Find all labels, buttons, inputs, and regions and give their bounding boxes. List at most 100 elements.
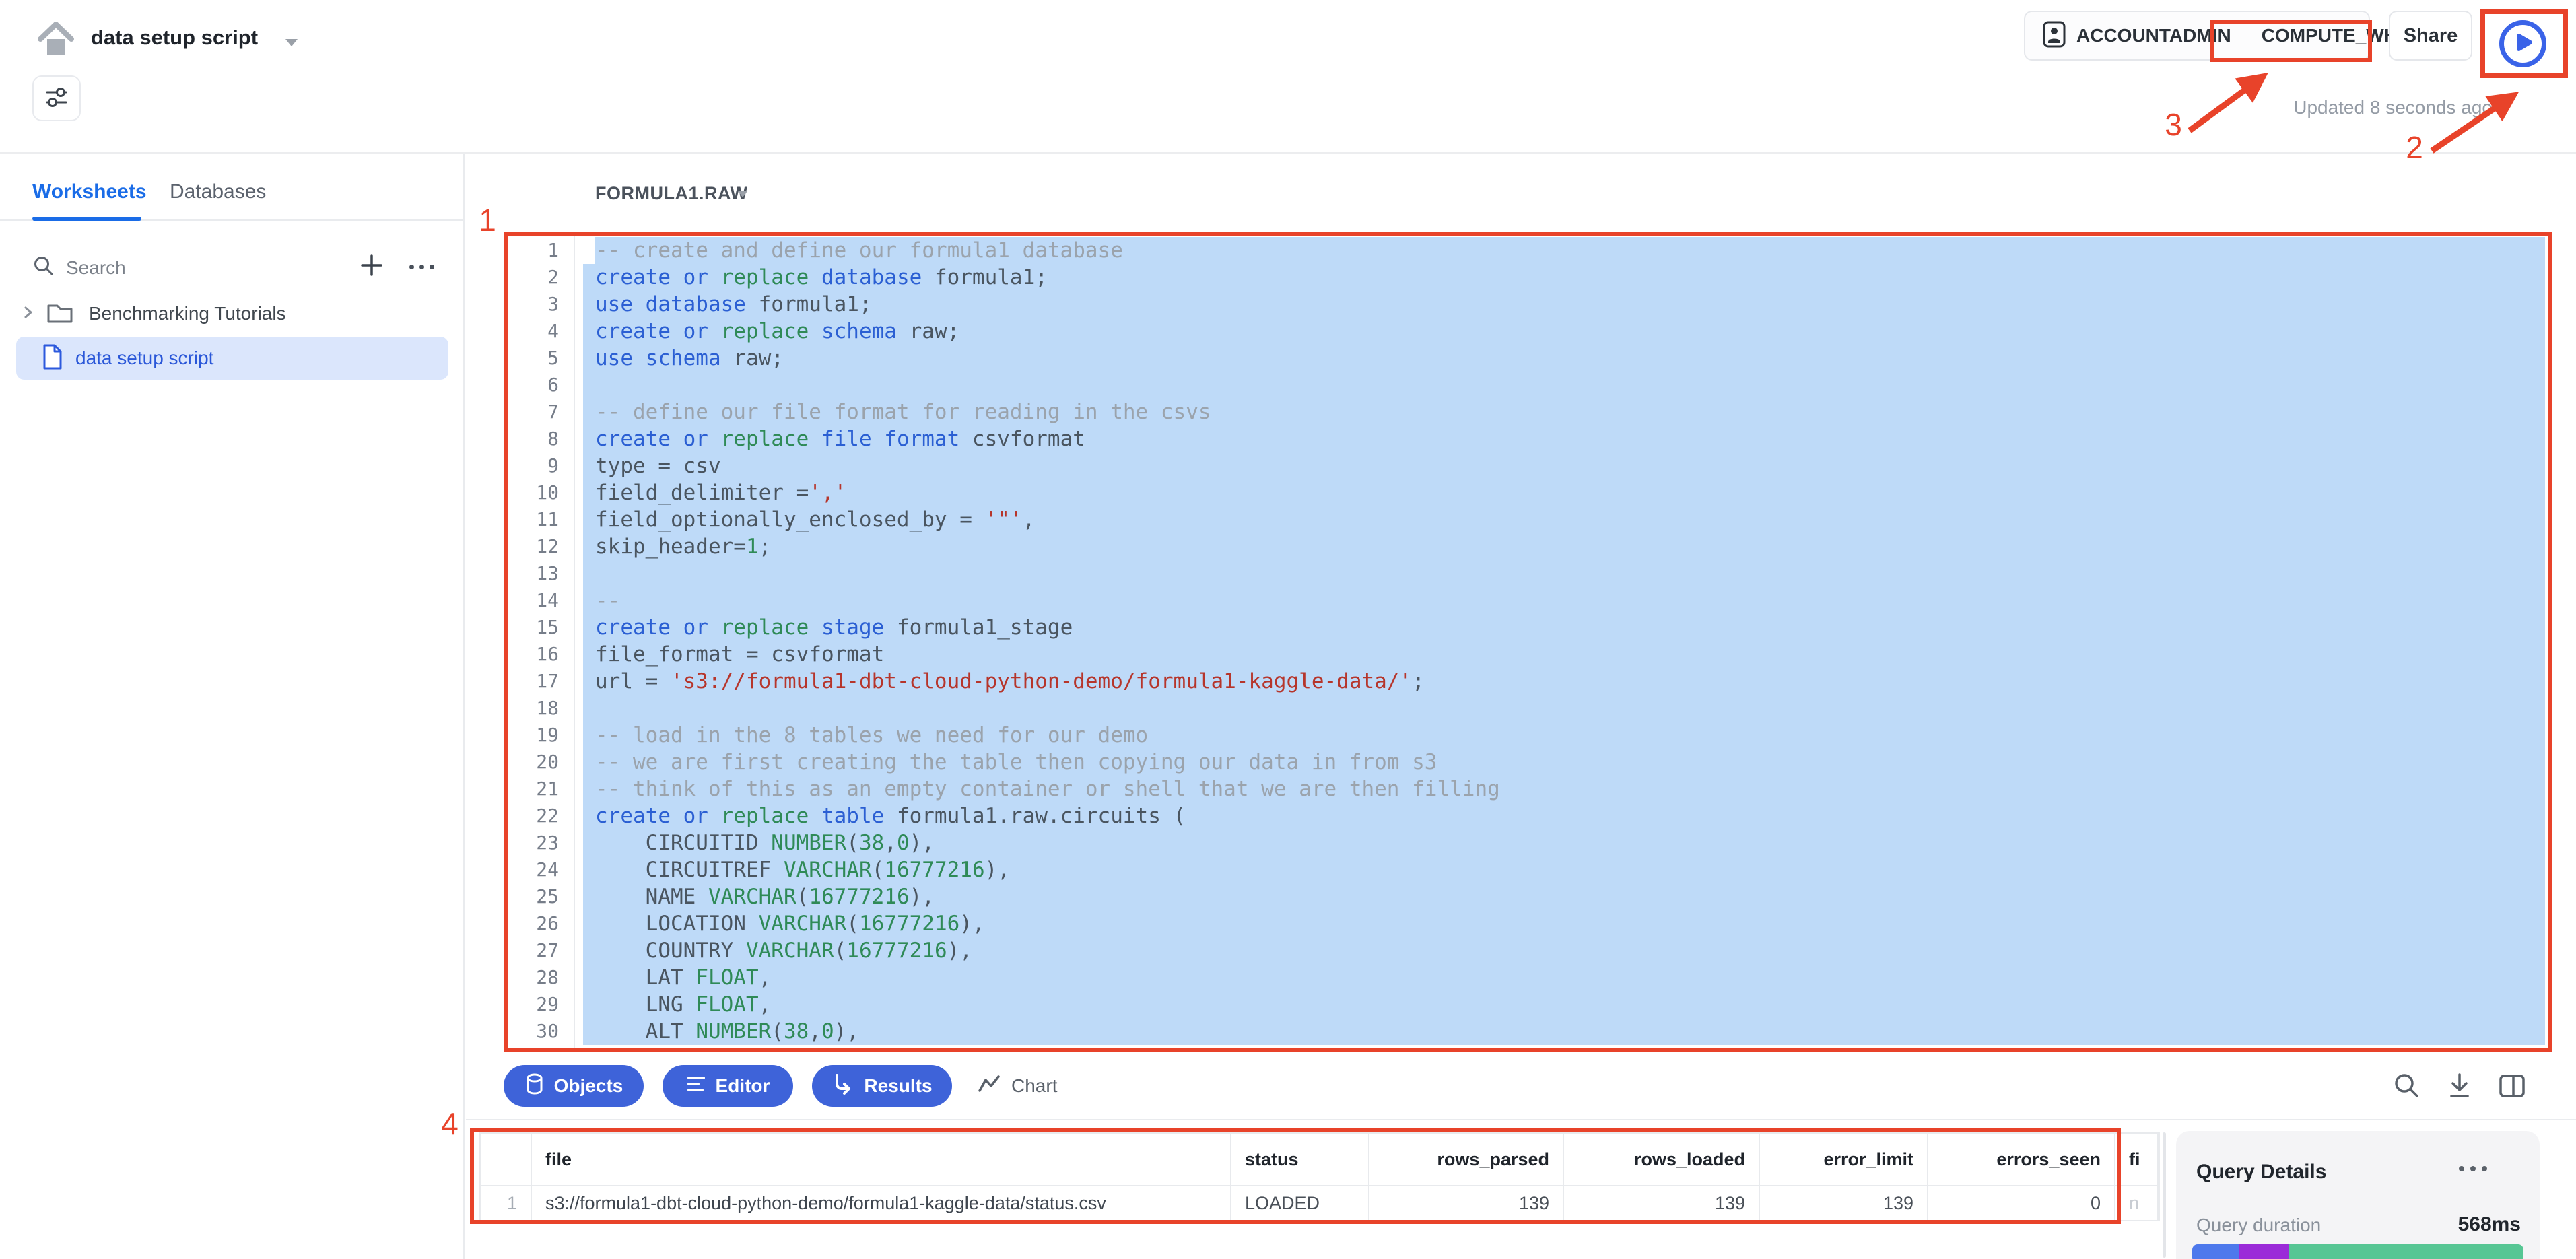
toggle-results-button[interactable]: Results [812,1065,952,1107]
sidebar-more-button[interactable] [401,252,442,281]
line-number: 25 [508,883,559,910]
column-header[interactable]: rows_loaded [1564,1134,1760,1185]
code-line[interactable]: field_optionally_enclosed_by = '"', [583,506,2545,533]
code-line[interactable]: skip_header=1; [583,533,2545,560]
table-cell[interactable]: n [2115,1186,2159,1220]
table-row[interactable]: 1s3://formula1-dbt-cloud-python-demo/for… [481,1185,2159,1220]
worksheet-search-input[interactable]: Search [32,254,126,281]
code-token: ',' [809,481,846,505]
column-header[interactable]: status [1231,1134,1369,1185]
code-line[interactable]: use database formula1; [583,291,2545,318]
line-number: 28 [508,964,559,991]
code-token: skip_header= [595,535,746,559]
title-dropdown-caret-icon[interactable] [285,39,298,46]
code-line[interactable]: file_format = csvformat [583,641,2545,668]
filters-button[interactable] [32,75,81,121]
code-line[interactable]: create or replace table formula1.raw.cir… [583,803,2545,829]
code-token: replace [721,804,809,828]
split-view-button[interactable] [2497,1070,2528,1101]
code-token: ), [959,912,984,936]
annotation-label-3: 3 [2157,106,2190,143]
code-line[interactable]: -- we are first creating the table then … [583,749,2545,776]
code-token: , [809,1019,821,1044]
code-token: -- [595,588,620,613]
code-line[interactable]: type = csv [583,452,2545,479]
code-line[interactable]: create or replace schema raw; [583,318,2545,345]
code-line[interactable] [583,560,2545,587]
run-button[interactable] [2499,20,2546,67]
code-line[interactable] [583,372,2545,399]
new-worksheet-button[interactable] [357,252,386,281]
table-cell[interactable]: 139 [1760,1186,1928,1220]
active-tab-underline [32,217,141,221]
code-token: field_delimiter = [595,481,809,505]
code-line[interactable]: use schema raw; [583,345,2545,372]
code-token: FLOAT [696,965,758,990]
table-cell[interactable]: LOADED [1231,1186,1369,1220]
code-line[interactable]: create or replace database formula1; [583,264,2545,291]
column-header[interactable]: file [532,1134,1231,1185]
code-token: file format [809,427,959,451]
objects-label: Objects [554,1075,623,1097]
code-token: NAME [595,885,708,909]
table-cell[interactable]: s3://formula1-dbt-cloud-python-demo/form… [532,1186,1231,1220]
search-placeholder: Search [66,257,126,279]
code-line[interactable]: -- [583,587,2545,614]
page-title[interactable]: data setup script [91,26,258,50]
code-token: ( [846,912,859,936]
code-line[interactable]: -- create and define our formula1 databa… [595,237,2545,264]
share-button[interactable]: Share [2389,11,2472,61]
code-line[interactable]: -- define our file format for reading in… [583,399,2545,426]
code-line[interactable]: ALT NUMBER(38,0), [583,1018,2545,1045]
code-line[interactable]: CIRCUITREF VARCHAR(16777216), [583,856,2545,883]
query-details-more-button[interactable] [2459,1166,2487,1171]
results-table[interactable]: filestatusrows_parsedrows_loadederror_li… [479,1132,2160,1221]
line-number: 11 [508,506,559,533]
code-line[interactable]: LAT FLOAT, [583,964,2545,991]
code-line[interactable]: url = 's3://formula1-dbt-cloud-python-de… [583,668,2545,695]
column-header[interactable]: fi [2115,1134,2159,1185]
schema-context-caret-icon[interactable] [738,191,747,197]
toggle-objects-button[interactable]: Objects [504,1065,644,1107]
table-cell[interactable]: 139 [1369,1186,1564,1220]
code-line[interactable]: CIRCUITID NUMBER(38,0), [583,829,2545,856]
code-line[interactable]: -- load in the 8 tables we need for our … [583,722,2545,749]
results-scrollbar[interactable] [2163,1132,2166,1258]
code-line[interactable]: field_delimiter =',' [583,479,2545,506]
code-line[interactable]: create or replace file format csvformat [583,426,2545,452]
search-results-button[interactable] [2392,1070,2422,1101]
code-token: formula1; [922,265,1048,290]
code-line[interactable]: create or replace stage formula1_stage [583,614,2545,641]
code-line[interactable]: NAME VARCHAR(16777216), [583,883,2545,910]
code-line[interactable] [583,695,2545,722]
chart-icon [978,1075,1001,1098]
code-token: LNG [595,992,696,1017]
toggle-chart-button[interactable]: Chart [978,1065,1057,1107]
code-token: create or [595,319,721,343]
line-number: 14 [508,587,559,614]
search-icon [32,254,55,281]
code-token: create or [595,804,721,828]
sidebar-item-worksheet-selected[interactable]: data setup script [16,337,448,380]
updated-dropdown-caret-icon[interactable] [2499,104,2511,112]
sidebar-item-folder[interactable]: Benchmarking Tutorials [23,295,286,333]
code-line[interactable]: -- think of this as an empty container o… [583,776,2545,803]
code-token: url = [595,669,671,693]
download-results-button[interactable] [2444,1070,2475,1101]
tab-databases[interactable]: Databases [170,180,266,203]
code-line[interactable]: LNG FLOAT, [583,991,2545,1018]
code-token: -- we are first creating the table then … [595,750,1437,774]
column-header[interactable]: rows_parsed [1369,1134,1564,1185]
context-selector[interactable]: ACCOUNTADMIN COMPUTE_WH [2024,11,2370,61]
table-cell[interactable]: 139 [1564,1186,1760,1220]
code-line[interactable]: COUNTRY VARCHAR(16777216), [583,937,2545,964]
toggle-editor-button[interactable]: Editor [663,1065,793,1107]
tab-worksheets[interactable]: Worksheets [32,180,147,203]
home-button[interactable] [36,19,75,58]
column-header[interactable]: error_limit [1760,1134,1928,1185]
column-header[interactable]: errors_seen [1928,1134,2115,1185]
table-cell[interactable]: 0 [1928,1186,2115,1220]
code-token: -- load in the 8 tables we need for our … [595,723,1148,747]
schema-context-tab[interactable]: FORMULA1.RAW [595,183,747,204]
code-line[interactable]: LOCATION VARCHAR(16777216), [583,910,2545,937]
